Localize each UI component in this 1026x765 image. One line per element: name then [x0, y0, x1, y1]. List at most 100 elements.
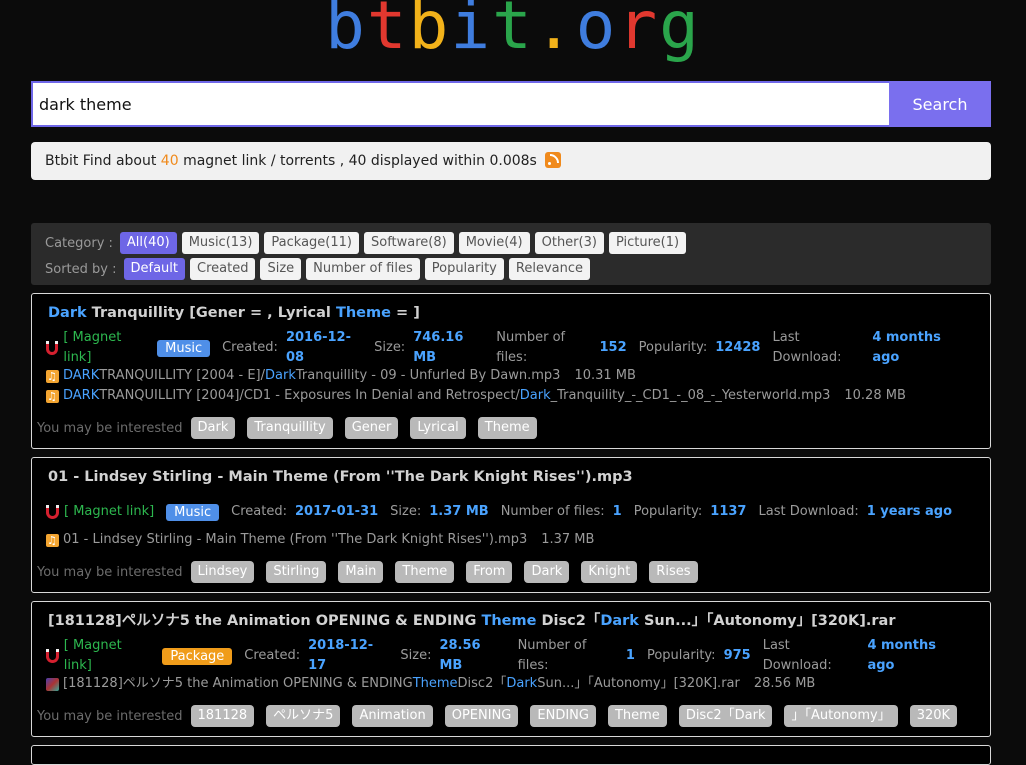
- popularity-label: Popularity:: [633, 504, 703, 519]
- file-row: 01 - Lindsey Stirling - Main Theme (From…: [46, 530, 976, 551]
- files-count-value: 1: [612, 504, 622, 519]
- keyword-tag[interactable]: Lindsey: [190, 561, 255, 583]
- keyword-tag[interactable]: Gener: [344, 417, 399, 439]
- related-keywords: You may be interested Lindsey Stirling Main…: [37, 560, 976, 584]
- related-keywords: You may be interested 181128 ペルソナ5 Animatio…: [37, 704, 976, 728]
- filter-panel: Category : All(40) Music(13) Package(11) So…: [31, 223, 991, 285]
- site-logo[interactable]: btbit.org: [0, 0, 1026, 66]
- created-value: 2017-01-31: [295, 504, 379, 519]
- sort-option[interactable]: Default: [123, 258, 185, 280]
- logo-letter: t: [366, 0, 409, 64]
- keyword-tag[interactable]: 」「Autonomy」: [784, 705, 898, 727]
- search-bar: Search: [31, 81, 991, 127]
- file-size: 28.56 MB: [753, 676, 816, 691]
- category-filter[interactable]: Music(13): [181, 232, 260, 254]
- keyword-tag[interactable]: OPENING: [444, 705, 519, 727]
- keyword-tag[interactable]: Main: [338, 561, 384, 583]
- result-title[interactable]: 01 - Lindsey Stirling - Main Theme (From…: [46, 466, 976, 488]
- keyword-tag[interactable]: Dark: [190, 417, 236, 439]
- popularity-value: 1137: [710, 504, 747, 519]
- magnet-label: [ Magnet link]: [64, 504, 155, 519]
- file-row: [181128]ペルソナ5 the Animation OPENING & EN…: [46, 674, 976, 694]
- file-name-part: Disc2「: [457, 676, 507, 691]
- category-filter[interactable]: Other(3): [534, 232, 604, 254]
- result-title[interactable]: Dark Tranquillity [Gener = , Lyrical The…: [46, 302, 976, 324]
- sort-row: Sorted by : Default Created Size Number of …: [45, 256, 977, 282]
- title-part: [181128]ペルソナ5 the Animation OPENING & EN…: [48, 613, 482, 629]
- category-filter[interactable]: Package(11): [264, 232, 359, 254]
- magnet-link[interactable]: [ Magnet link]: [46, 502, 154, 522]
- search-button[interactable]: Search: [889, 81, 991, 127]
- file-list: [181128]ペルソナ5 the Animation OPENING & EN…: [46, 674, 976, 694]
- summary-prefix: Btbit Find about: [45, 153, 161, 169]
- file-size: 10.28 MB: [844, 388, 906, 403]
- result-card: [181128]ペルソナ5 the Animation OPENING & EN…: [31, 601, 991, 737]
- file-row: DARK TRANQUILLITY [2004]/CD1 - Exposures…: [46, 386, 976, 407]
- logo-letter: r: [617, 0, 660, 64]
- keyword-tag[interactable]: Lyrical: [410, 417, 466, 439]
- last-download-label: Last Download:: [762, 638, 832, 673]
- search-input[interactable]: [31, 81, 889, 127]
- rss-icon[interactable]: [545, 152, 562, 168]
- type-badge[interactable]: Package: [162, 647, 233, 665]
- file-name-part: Dark: [265, 368, 296, 383]
- logo-letter: o: [575, 0, 618, 64]
- result-card: 01 - Lindsey Stirling - Main Theme (From…: [31, 457, 991, 593]
- title-part: Theme: [481, 613, 537, 629]
- keyword-tag[interactable]: 320K: [909, 705, 958, 727]
- keyword-tag[interactable]: Knight: [581, 561, 638, 583]
- files-count-label: Number of files:: [517, 638, 587, 673]
- related-keywords: You may be interested Dark Tranquillity Gen…: [37, 416, 976, 440]
- result-title[interactable]: [181128]ペルソナ5 the Animation OPENING & EN…: [46, 610, 976, 632]
- magnet-label: [ Magnet link]: [63, 330, 122, 365]
- file-name-part: Theme: [412, 676, 458, 691]
- related-label: You may be interested: [37, 564, 183, 580]
- title-part: Tranquillity [Gener = , Lyrical: [86, 305, 336, 321]
- result-count: 40: [160, 153, 179, 169]
- keyword-tag[interactable]: Dark: [524, 561, 570, 583]
- category-filter[interactable]: Picture(1): [608, 232, 687, 254]
- result-card: [31, 745, 991, 765]
- files-count-label: Number of files:: [500, 504, 605, 519]
- keyword-tag[interactable]: Animation: [352, 705, 433, 727]
- magnet-link[interactable]: [ Magnet link]: [46, 636, 150, 676]
- card-bottom-padding: [46, 584, 976, 592]
- files-count-value: 1: [625, 648, 635, 663]
- size-label: Size:: [400, 648, 432, 663]
- keyword-tag[interactable]: ENDING: [530, 705, 596, 727]
- summary-suffix: magnet link / torrents , 40 displayed wi…: [178, 153, 537, 169]
- category-filter[interactable]: All(40): [119, 232, 177, 254]
- created-label: Created:: [231, 504, 287, 519]
- related-label: You may be interested: [37, 708, 183, 724]
- size-value: 1.37 MB: [429, 504, 489, 519]
- title-part: Theme: [335, 305, 391, 321]
- sort-option[interactable]: Popularity: [424, 258, 504, 280]
- file-name-part: [181128]ペルソナ5 the Animation OPENING & EN…: [63, 676, 413, 691]
- sort-option[interactable]: Created: [190, 258, 256, 280]
- created-value: 2016-12-08: [285, 330, 352, 365]
- category-filter[interactable]: Software(8): [363, 232, 454, 254]
- keyword-tag[interactable]: Theme: [477, 417, 537, 439]
- keyword-tag[interactable]: Stirling: [266, 561, 327, 583]
- keyword-tag[interactable]: Theme: [607, 705, 667, 727]
- magnet-link[interactable]: [ Magnet link]: [46, 328, 145, 368]
- keyword-tag[interactable]: 181128: [190, 705, 255, 727]
- sort-option[interactable]: Number of files: [306, 258, 420, 280]
- type-badge[interactable]: Music: [166, 503, 220, 521]
- logo-letter: b: [325, 0, 367, 64]
- sort-option[interactable]: Relevance: [508, 258, 590, 280]
- type-badge[interactable]: Music: [157, 339, 211, 357]
- files-count-value: 152: [599, 340, 627, 355]
- keyword-tag[interactable]: Disc2「Dark: [678, 705, 773, 727]
- file-name-part: _Tranquility_-_CD1_-_08_-_Yesterworld.mp…: [550, 388, 831, 403]
- keyword-tag[interactable]: Rises: [649, 561, 698, 583]
- file-name-part: DARK: [63, 368, 100, 383]
- sort-option[interactable]: Size: [260, 258, 302, 280]
- music-file-icon: [46, 387, 59, 407]
- sort-label: Sorted by :: [45, 261, 117, 277]
- keyword-tag[interactable]: From: [466, 561, 513, 583]
- keyword-tag[interactable]: Theme: [395, 561, 455, 583]
- category-filter[interactable]: Movie(4): [458, 232, 530, 254]
- keyword-tag[interactable]: Tranquillity: [247, 417, 333, 439]
- keyword-tag[interactable]: ペルソナ5: [266, 705, 341, 727]
